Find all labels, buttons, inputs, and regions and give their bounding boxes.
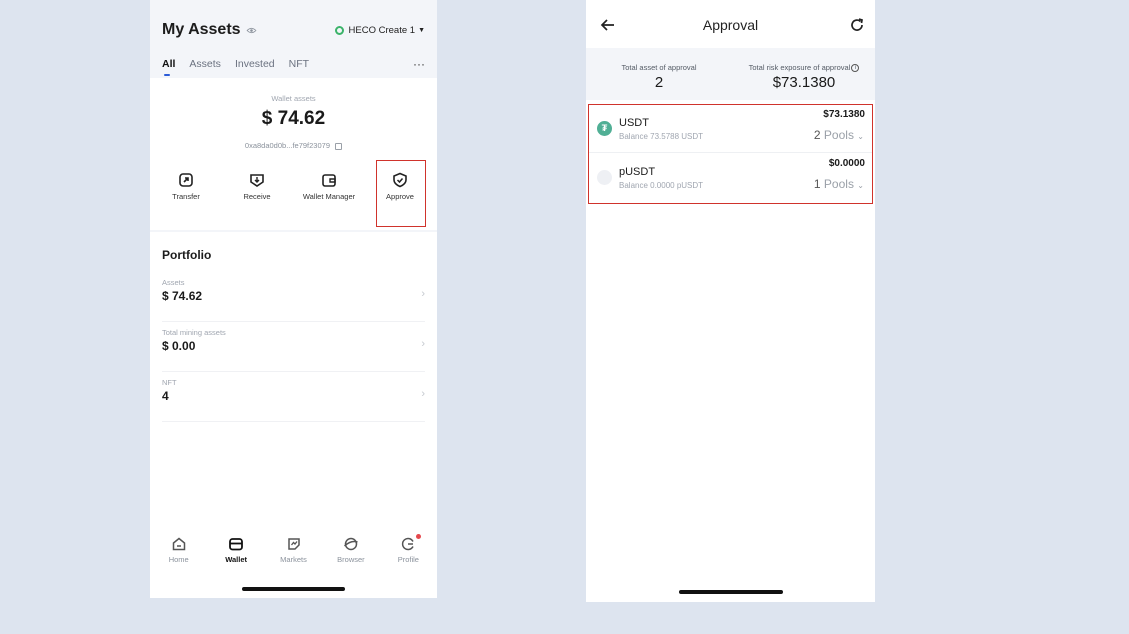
chevron-right-icon: › (421, 388, 425, 400)
bottom-nav: Home Wallet Markets Browser Profile (150, 532, 437, 577)
transfer-label: Transfer (172, 192, 200, 201)
page-title: Approval (702, 17, 759, 33)
chevron-down-icon: ⌄ (857, 132, 864, 141)
wallet-address-text: 0xa8da0d0b...fe79f23079 (244, 141, 330, 150)
total-asset-summary: Total asset of approval 2 (612, 48, 706, 91)
network-name: HECO Create 1 (348, 24, 416, 36)
receive-label: Receive (243, 192, 271, 201)
caret-down-icon: ▼ (418, 26, 425, 34)
portfolio-row-label: Total mining assets (162, 328, 226, 337)
browser-icon (343, 537, 358, 551)
approval-summary: Total asset of approval 2 Total risk exp… (586, 48, 875, 100)
portfolio-row-label: NFT (162, 378, 177, 387)
pool-suffix: Pools (823, 177, 854, 191)
receive-button[interactable]: Receive (227, 172, 287, 201)
chevron-right-icon: › (421, 288, 425, 300)
nav-home[interactable]: Home (150, 532, 207, 577)
info-icon[interactable]: i (851, 64, 860, 73)
nav-label: Profile (397, 555, 419, 564)
assets-header: My Assets HECO Create 1 ▼ (162, 18, 425, 42)
token-balance: Balance 73.5788 USDT (619, 132, 704, 141)
portfolio-row-value: $ 0.00 (162, 339, 196, 353)
refresh-icon[interactable] (849, 17, 865, 33)
network-status-icon (334, 25, 344, 35)
tab-all[interactable]: All (162, 58, 175, 76)
eye-icon[interactable] (246, 27, 257, 34)
risk-exposure-value: $73.1380 (772, 74, 836, 92)
approval-header: Approval (586, 12, 875, 40)
portfolio-row-assets[interactable]: Assets $ 74.62 › (162, 272, 425, 322)
wallet-icon (229, 538, 244, 551)
wallet-manager-label: Wallet Manager (302, 192, 356, 201)
tab-assets[interactable]: Assets (189, 58, 221, 70)
nav-browser[interactable]: Browser (322, 532, 379, 577)
markets-icon (287, 538, 300, 550)
token-pools-dropdown[interactable]: 2 Pools ⌄ (814, 128, 864, 142)
risk-label-row: Total risk exposure of approval i (736, 63, 872, 73)
asset-tabs: All Assets Invested NFT ··· (162, 54, 425, 76)
tab-invested[interactable]: Invested (235, 58, 275, 70)
risk-exposure-label: Total risk exposure of approval (748, 63, 851, 72)
approval-token-list: ₮ USDT Balance 73.5788 USDT $73.1380 2 P… (588, 104, 873, 204)
wallet-manager-button[interactable]: Wallet Manager (299, 172, 359, 201)
nav-markets[interactable]: Markets (265, 532, 322, 577)
risk-exposure-summary: Total risk exposure of approval i $73.138… (736, 48, 872, 91)
pusdt-token-icon (597, 170, 612, 185)
usdt-token-icon: ₮ (597, 121, 612, 136)
network-selector[interactable]: HECO Create 1 ▼ (334, 24, 425, 36)
copy-icon[interactable] (335, 142, 343, 150)
more-icon[interactable]: ··· (413, 57, 425, 71)
wallet-assets-label: Wallet assets (271, 94, 316, 103)
approve-highlight-box (376, 160, 426, 227)
tab-nft[interactable]: NFT (289, 58, 309, 70)
wallet-manager-icon (322, 174, 336, 187)
nav-label: Home (168, 555, 189, 564)
total-asset-label: Total asset of approval (621, 63, 697, 72)
token-row-pusdt[interactable]: pUSDT Balance 0.0000 pUSDT $0.0000 1 Poo… (589, 154, 872, 202)
portfolio-row-value: $ 74.62 (162, 289, 203, 303)
token-value: $73.1380 (823, 109, 865, 120)
chevron-right-icon: › (421, 338, 425, 350)
portfolio-row-nft[interactable]: NFT 4 › (162, 372, 425, 422)
total-asset-value: 2 (654, 74, 664, 91)
portfolio-row-mining[interactable]: Total mining assets $ 0.00 › (162, 322, 425, 372)
profile-icon (402, 537, 414, 551)
portfolio-row-label: Assets (162, 278, 185, 287)
token-pools-dropdown[interactable]: 1 Pools ⌄ (814, 177, 864, 191)
portfolio-title: Portfolio (162, 248, 212, 262)
wallet-address[interactable]: 0xa8da0d0b...fe79f23079 (150, 141, 437, 150)
page-title: My Assets (162, 21, 241, 38)
pool-suffix: Pools (823, 128, 854, 142)
home-indicator (242, 587, 345, 591)
token-value: $0.0000 (828, 158, 865, 169)
token-name: pUSDT (619, 166, 656, 178)
token-name: USDT (619, 117, 649, 129)
pool-count: 2 (813, 128, 821, 142)
home-icon (172, 537, 185, 551)
receive-icon (250, 174, 264, 187)
my-assets-screen: My Assets HECO Create 1 ▼ All Assets Inv… (150, 0, 437, 598)
nav-wallet[interactable]: Wallet (207, 532, 264, 577)
notification-badge (416, 534, 422, 539)
token-balance: Balance 0.0000 pUSDT (619, 181, 704, 190)
transfer-button[interactable]: Transfer (156, 172, 216, 201)
transfer-icon (179, 173, 193, 187)
home-indicator (679, 590, 783, 594)
chevron-down-icon: ⌄ (857, 181, 864, 190)
pool-count: 1 (813, 177, 821, 191)
nav-label: Markets (280, 555, 307, 564)
portfolio-row-value: 4 (162, 389, 169, 403)
nav-profile[interactable]: Profile (380, 532, 437, 577)
nav-label: Wallet (225, 555, 248, 564)
wallet-assets-value: $ 74.62 (261, 108, 326, 129)
nav-label: Browser (337, 555, 365, 564)
token-row-usdt[interactable]: ₮ USDT Balance 73.5788 USDT $73.1380 2 P… (589, 105, 872, 153)
approval-screen: Approval Total asset of approval 2 Total… (586, 0, 875, 602)
